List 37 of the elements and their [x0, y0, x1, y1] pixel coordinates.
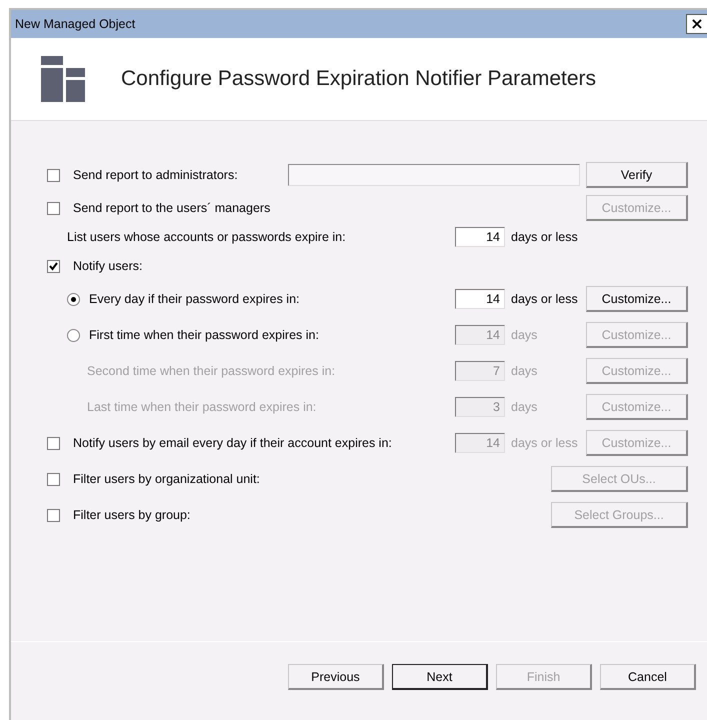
wizard-button[interactable]: Previous	[288, 664, 384, 690]
action-button[interactable]: Verify	[586, 162, 688, 188]
window-title: New Managed Object	[15, 17, 136, 31]
checkbox[interactable]	[47, 472, 60, 486]
page-heading: Configure Password Expiration Notifier Parameters	[121, 67, 596, 91]
panels-icon	[41, 56, 85, 102]
days-field[interactable]: 14	[455, 289, 505, 309]
option-label: First time when their password expires in:	[89, 328, 319, 342]
option-label: Filter users by organizational unit:	[73, 472, 260, 486]
option-label: Every day if their password expires in:	[89, 292, 300, 306]
option-label: List users whose accounts or passwords expire in:	[67, 230, 346, 244]
checkbox[interactable]	[47, 168, 60, 182]
wizard-button[interactable]: Next	[392, 664, 488, 690]
action-button[interactable]: Customize...	[586, 286, 688, 312]
checkbox[interactable]	[47, 436, 60, 450]
checkbox[interactable]	[47, 508, 60, 522]
days-suffix: days or less	[511, 292, 579, 306]
days-suffix: days	[511, 328, 538, 342]
close-button[interactable]: ×	[686, 14, 707, 34]
option-label: Send report to the users´ managers	[73, 201, 270, 215]
days-suffix: days or less	[511, 436, 579, 450]
days-suffix: days or less	[511, 230, 579, 244]
option-label: Send report to administrators:	[73, 168, 238, 182]
radio-button[interactable]	[67, 292, 80, 306]
option-label: Filter users by group:	[73, 508, 190, 522]
checkbox[interactable]	[47, 202, 60, 214]
option-label: Notify users:	[73, 259, 142, 273]
checkbox[interactable]	[47, 260, 60, 272]
email-field[interactable]	[288, 164, 580, 186]
radio-button[interactable]	[67, 328, 80, 342]
option-label: Second time when their password expires in:	[87, 364, 336, 378]
option-label: Last time when their password expires in:	[87, 400, 316, 414]
days-suffix: days	[511, 364, 538, 378]
option-label: Notify users by email every day if their account expires in:	[73, 436, 392, 450]
days-suffix: days	[511, 400, 538, 414]
wizard-button[interactable]: Cancel	[600, 664, 696, 690]
days-field[interactable]: 14	[455, 227, 505, 247]
